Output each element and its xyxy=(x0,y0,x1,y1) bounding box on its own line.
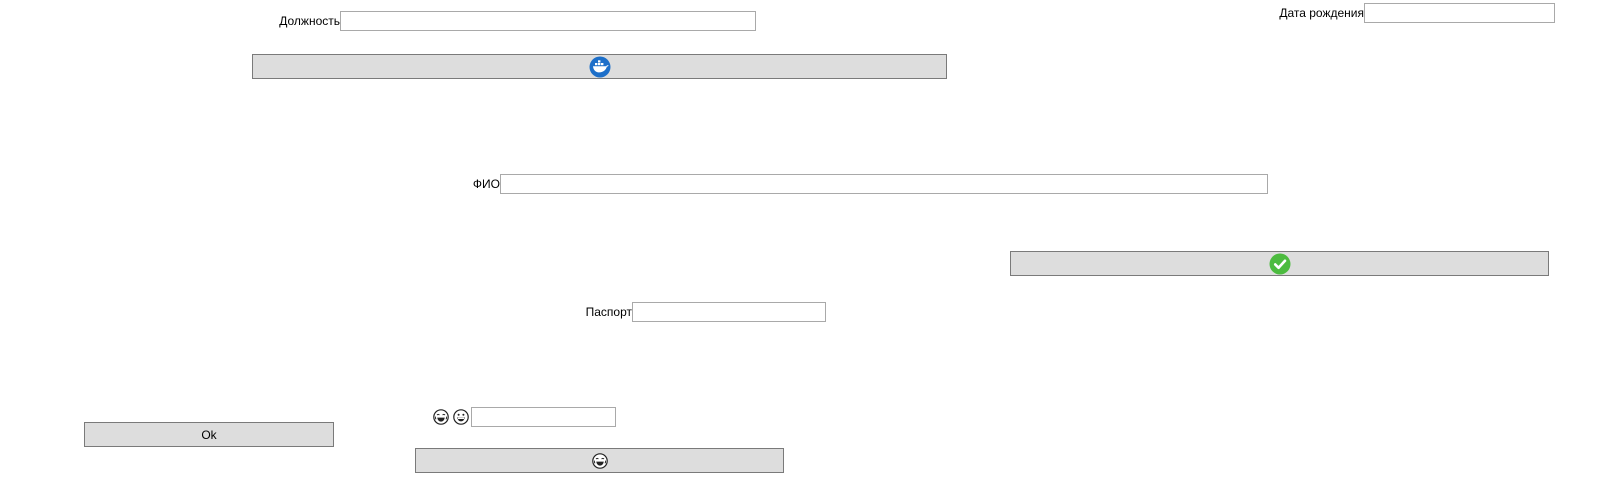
passport-label: Паспорт xyxy=(585,305,632,319)
check-button[interactable] xyxy=(1010,251,1549,276)
full-name-label: ФИО xyxy=(472,177,500,191)
emoji-field[interactable] xyxy=(471,407,616,427)
birth-date-label: Дата рождения xyxy=(1279,6,1364,20)
docker-whale-icon xyxy=(589,56,611,78)
position-label: Должность xyxy=(279,14,340,28)
laughing-face-icon xyxy=(433,409,449,425)
green-check-circle-icon xyxy=(1269,253,1291,275)
birth-date-field[interactable] xyxy=(1364,3,1555,23)
passport-field[interactable] xyxy=(632,302,826,322)
ok-button[interactable]: Ok xyxy=(84,422,334,447)
docker-button[interactable] xyxy=(252,54,947,79)
grinning-face-icon xyxy=(453,409,469,425)
emoji-button[interactable] xyxy=(415,448,784,473)
position-field[interactable] xyxy=(340,11,756,31)
full-name-field[interactable] xyxy=(500,174,1268,194)
laughing-face-icon xyxy=(591,452,608,469)
